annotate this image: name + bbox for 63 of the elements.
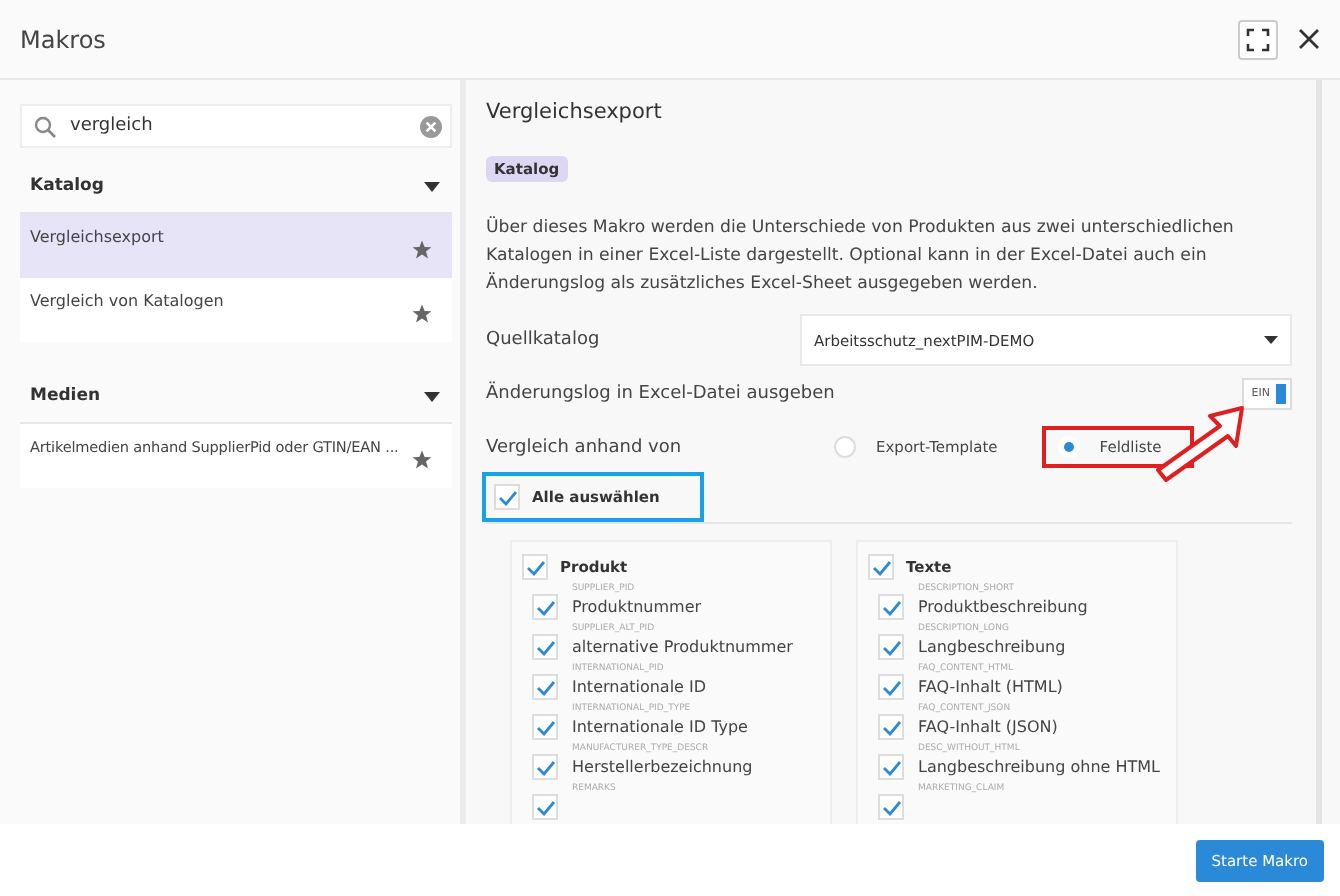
detail-title: Vergleichsexport xyxy=(486,100,664,124)
check-icon xyxy=(881,719,901,735)
star-icon xyxy=(412,304,432,324)
check-icon xyxy=(535,759,555,775)
field-name: Produktnummer xyxy=(572,596,702,620)
caret-icon xyxy=(424,181,440,191)
field-name: Langbeschreibung xyxy=(918,636,1066,660)
checkbox[interactable] xyxy=(868,554,894,580)
close-button[interactable] xyxy=(1298,28,1320,50)
check-icon xyxy=(881,599,901,615)
field-name: FAQ-Inhalt (JSON) xyxy=(918,716,1058,740)
checkbox[interactable] xyxy=(532,794,558,820)
checkbox[interactable] xyxy=(878,714,904,740)
check-icon xyxy=(497,489,517,505)
star-icon xyxy=(412,240,432,260)
item-label: Vergleichsexport xyxy=(30,228,164,246)
item-label: Vergleich von Katalogen xyxy=(30,292,224,310)
search-icon xyxy=(34,115,56,137)
check-icon xyxy=(535,679,555,695)
check-icon xyxy=(535,599,555,615)
checkbox[interactable] xyxy=(522,554,548,580)
caret-icon xyxy=(1264,336,1278,344)
search-field[interactable]: vergleich xyxy=(20,104,452,148)
checkbox[interactable] xyxy=(878,794,904,820)
sidebar-item[interactable]: Vergleichsexport xyxy=(20,214,452,278)
field-name: Internationale ID xyxy=(572,676,707,700)
checkbox[interactable] xyxy=(878,594,904,620)
clear-icon xyxy=(420,115,442,137)
sidebar-item[interactable]: Vergleich von Katalogen xyxy=(20,278,452,342)
field-label: Vergleich anhand von xyxy=(486,437,684,457)
star-icon xyxy=(412,450,432,470)
field-name: Herstellerbezeichnung xyxy=(572,756,753,780)
fullscreen-icon xyxy=(1246,27,1270,51)
checkbox[interactable] xyxy=(532,674,558,700)
field-name: Langbeschreibung ohne HTML xyxy=(918,756,1161,780)
window-title: Makros xyxy=(20,25,106,53)
description: Über dieses Makro werden die Unterschiede von Produkten aus zwei unterschiedlichen Katalogen in einer Excel-Liste dargestellt. Optional kann in der Excel-Datei auch ein Änderungslog als zusätzliches Excel-Sheet ausgegeben werden. xyxy=(486,214,1236,298)
check-icon xyxy=(881,679,901,695)
checkbox[interactable] xyxy=(532,714,558,740)
check-icon xyxy=(871,559,891,575)
check-icon xyxy=(535,799,555,815)
field-name: Produktbeschreibung xyxy=(918,596,1088,620)
field-label: Änderungslog in Excel-Datei ausgeben xyxy=(486,384,835,404)
field-label: Quellkatalog xyxy=(486,330,600,350)
checkbox[interactable] xyxy=(878,754,904,780)
check-icon xyxy=(881,759,901,775)
check-icon xyxy=(535,639,555,655)
check-icon xyxy=(525,559,545,575)
checkbox[interactable] xyxy=(878,634,904,660)
checkbox[interactable] xyxy=(878,674,904,700)
checkbox[interactable] xyxy=(532,634,558,660)
field-name: alternative Produktnummer xyxy=(572,636,793,660)
check-icon xyxy=(881,799,901,815)
caret-icon xyxy=(424,391,440,401)
checkbox[interactable] xyxy=(532,754,558,780)
checkbox[interactable] xyxy=(532,594,558,620)
close-icon xyxy=(1298,28,1320,50)
field-name: FAQ-Inhalt (HTML) xyxy=(918,676,1063,700)
field-name: Internationale ID Type xyxy=(572,716,748,740)
fullscreen-button[interactable] xyxy=(1238,19,1278,59)
check-icon xyxy=(535,719,555,735)
check-icon xyxy=(881,639,901,655)
search-input[interactable]: vergleich xyxy=(66,114,410,138)
